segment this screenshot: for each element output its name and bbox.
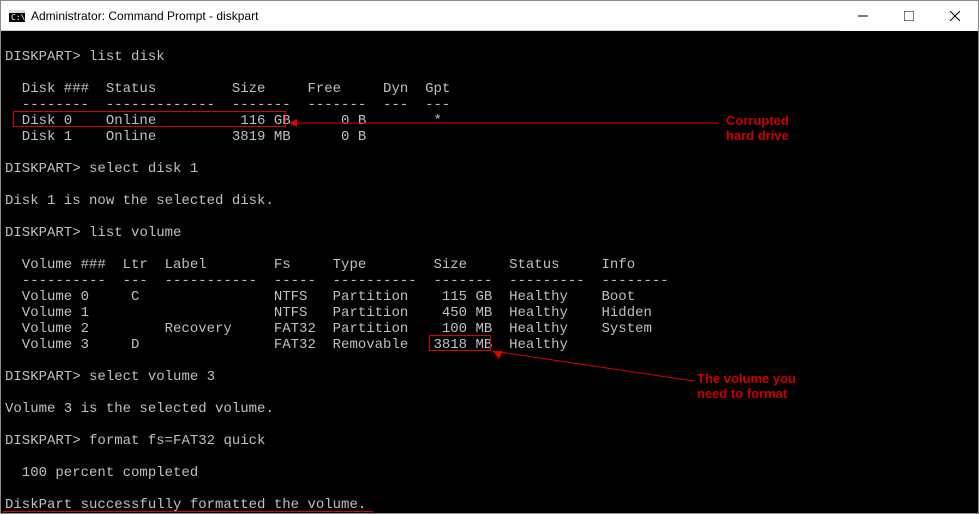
volume-table-divider: ---------- --- ----------- ----- -------…: [5, 273, 669, 289]
prompt: DISKPART>: [5, 161, 81, 177]
minimize-icon: [858, 11, 868, 21]
msg-success: DiskPart successfully formatted the volu…: [5, 497, 366, 513]
console-area[interactable]: DISKPART> list disk Disk ### Status Size…: [1, 31, 978, 513]
minimize-button[interactable]: [840, 1, 886, 31]
disk-table-divider: -------- ------------- ------- ------- -…: [5, 97, 450, 113]
maximize-icon: [904, 11, 914, 21]
window-controls: [840, 1, 978, 31]
cmd-list-volume: list volume: [89, 225, 181, 241]
cmd-format: format fs=FAT32 quick: [89, 433, 265, 449]
close-button[interactable]: [932, 1, 978, 31]
cmd-list-disk: list disk: [89, 49, 165, 65]
maximize-button[interactable]: [886, 1, 932, 31]
volume-row: Volume 0 C NTFS Partition 115 GB Healthy…: [5, 289, 635, 305]
annotation-volume-format: The volume you need to format: [697, 371, 827, 401]
volume-row: Volume 1 NTFS Partition 450 MB Healthy H…: [5, 305, 652, 321]
prompt: DISKPART>: [5, 225, 81, 241]
cmd-select-volume: select volume 3: [89, 369, 215, 385]
application-window: C:\ Administrator: Command Prompt - disk…: [0, 0, 979, 514]
prompt: DISKPART>: [5, 433, 81, 449]
disk-row: Disk 1 Online 3819 MB 0 B: [5, 129, 366, 145]
volume-table-header: Volume ### Ltr Label Fs Type Size Status…: [5, 257, 635, 273]
msg-volume-selected: Volume 3 is the selected volume.: [5, 401, 274, 417]
prompt: DISKPART>: [5, 49, 81, 65]
prompt: DISKPART>: [5, 369, 81, 385]
cmd-select-disk: select disk 1: [89, 161, 198, 177]
titlebar: C:\ Administrator: Command Prompt - disk…: [1, 1, 978, 31]
annotation-corrupted: Corrupted hard drive: [726, 113, 816, 143]
svg-text:C:\: C:\: [11, 13, 25, 22]
volume-row: Volume 3 D FAT32 Removable 3818 MB Healt…: [5, 337, 568, 353]
msg-progress: 100 percent completed: [5, 465, 198, 481]
cmd-icon: C:\: [9, 8, 25, 24]
close-icon: [950, 11, 960, 21]
disk-table-header: Disk ### Status Size Free Dyn Gpt: [5, 81, 450, 97]
disk-row: Disk 0 Online 116 GB 0 B *: [5, 113, 442, 129]
window-title: Administrator: Command Prompt - diskpart: [31, 9, 840, 23]
msg-disk-selected: Disk 1 is now the selected disk.: [5, 193, 274, 209]
volume-row: Volume 2 Recovery FAT32 Partition 100 MB…: [5, 321, 652, 337]
